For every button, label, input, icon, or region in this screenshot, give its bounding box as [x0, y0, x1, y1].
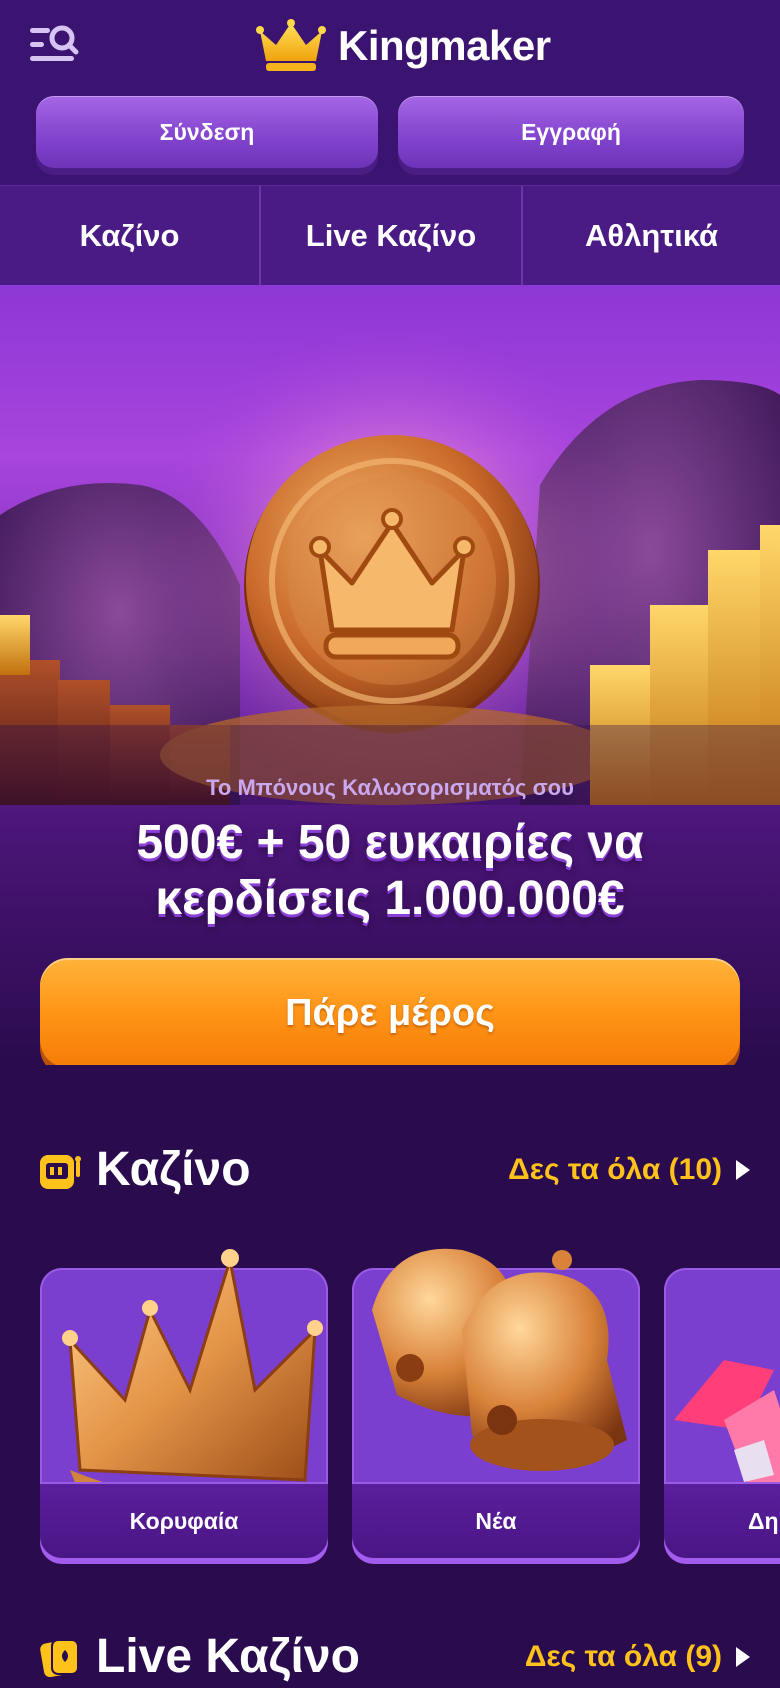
crown-icon	[62, 1249, 323, 1521]
brand-name: Kingmaker	[338, 22, 551, 69]
casino-section-title: Καζίνο	[96, 1143, 251, 1196]
hero-coin-illustration	[0, 320, 780, 805]
menu-search-button[interactable]	[28, 24, 84, 68]
cards-icon	[40, 1639, 79, 1678]
bells-icon	[372, 1248, 627, 1471]
register-button[interactable]: Εγγραφή	[398, 96, 744, 168]
category-label-new: Νέα	[352, 1482, 640, 1558]
header: Kingmaker Σύνδεση Εγγραφή	[0, 0, 780, 185]
nav-tab-live-casino[interactable]: Live Καζίνο	[259, 186, 521, 285]
menu-search-icon	[30, 25, 79, 61]
promo-banner: Το Μπόνους Καλωσορισματός σου 500€ + 50 …	[0, 285, 780, 1065]
login-button[interactable]: Σύνδεση	[36, 96, 378, 168]
category-card-top[interactable]: Κορυφαία	[40, 1249, 328, 1558]
live-casino-section-title: Live Καζίνο	[96, 1630, 360, 1683]
arrow-right-icon	[736, 1647, 750, 1667]
slot-machine-icon	[40, 1155, 81, 1189]
casino-categories: Κορυφαία Νέα Δη	[0, 1248, 780, 1558]
page: Kingmaker Σύνδεση Εγγραφή Καζίνο Live Κα…	[0, 0, 780, 1688]
live-casino-section-header: Live Καζίνο Δες τα όλα (9)	[0, 1622, 780, 1688]
brand-logo[interactable]: Kingmaker	[256, 14, 551, 78]
category-label-popular: Δη	[664, 1482, 780, 1558]
join-cta-button[interactable]: Πάρε μέρος	[40, 958, 740, 1065]
promo-subtitle: Το Μπόνους Καλωσορισματός σου	[206, 775, 574, 800]
live-casino-see-all-label: Δες τα όλα (9)	[524, 1640, 722, 1673]
main-nav: Καζίνο Live Καζίνο Αθλητικά	[0, 185, 780, 285]
crown-logo-icon	[256, 19, 326, 71]
casino-see-all-label: Δες τα όλα (10)	[508, 1153, 722, 1186]
category-label-top: Κορυφαία	[40, 1482, 328, 1558]
category-label-popular-text: Δη	[748, 1507, 779, 1534]
promo-title: 500€ + 50 ευκαιρίες να κερδίσεις 1.000.0…	[40, 815, 740, 927]
rocket-icon	[674, 1360, 780, 1500]
casino-see-all-link[interactable]: Δες τα όλα (10)	[508, 1153, 750, 1187]
category-card-new[interactable]: Νέα	[352, 1248, 640, 1558]
promo-title-line-1: 500€ + 50 ευκαιρίες να	[136, 816, 644, 869]
nav-tab-casino[interactable]: Καζίνο	[0, 186, 259, 285]
casino-section-header: Καζίνο Δες τα όλα (10)	[0, 1135, 780, 1205]
arrow-right-icon	[736, 1160, 750, 1180]
live-casino-see-all-link[interactable]: Δες τα όλα (9)	[525, 1640, 750, 1674]
promo-title-line-2: κερδίσεις 1.000.000€	[155, 872, 625, 925]
category-card-popular[interactable]: Δη	[664, 1268, 780, 1558]
nav-tab-sports[interactable]: Αθλητικά	[521, 186, 780, 285]
